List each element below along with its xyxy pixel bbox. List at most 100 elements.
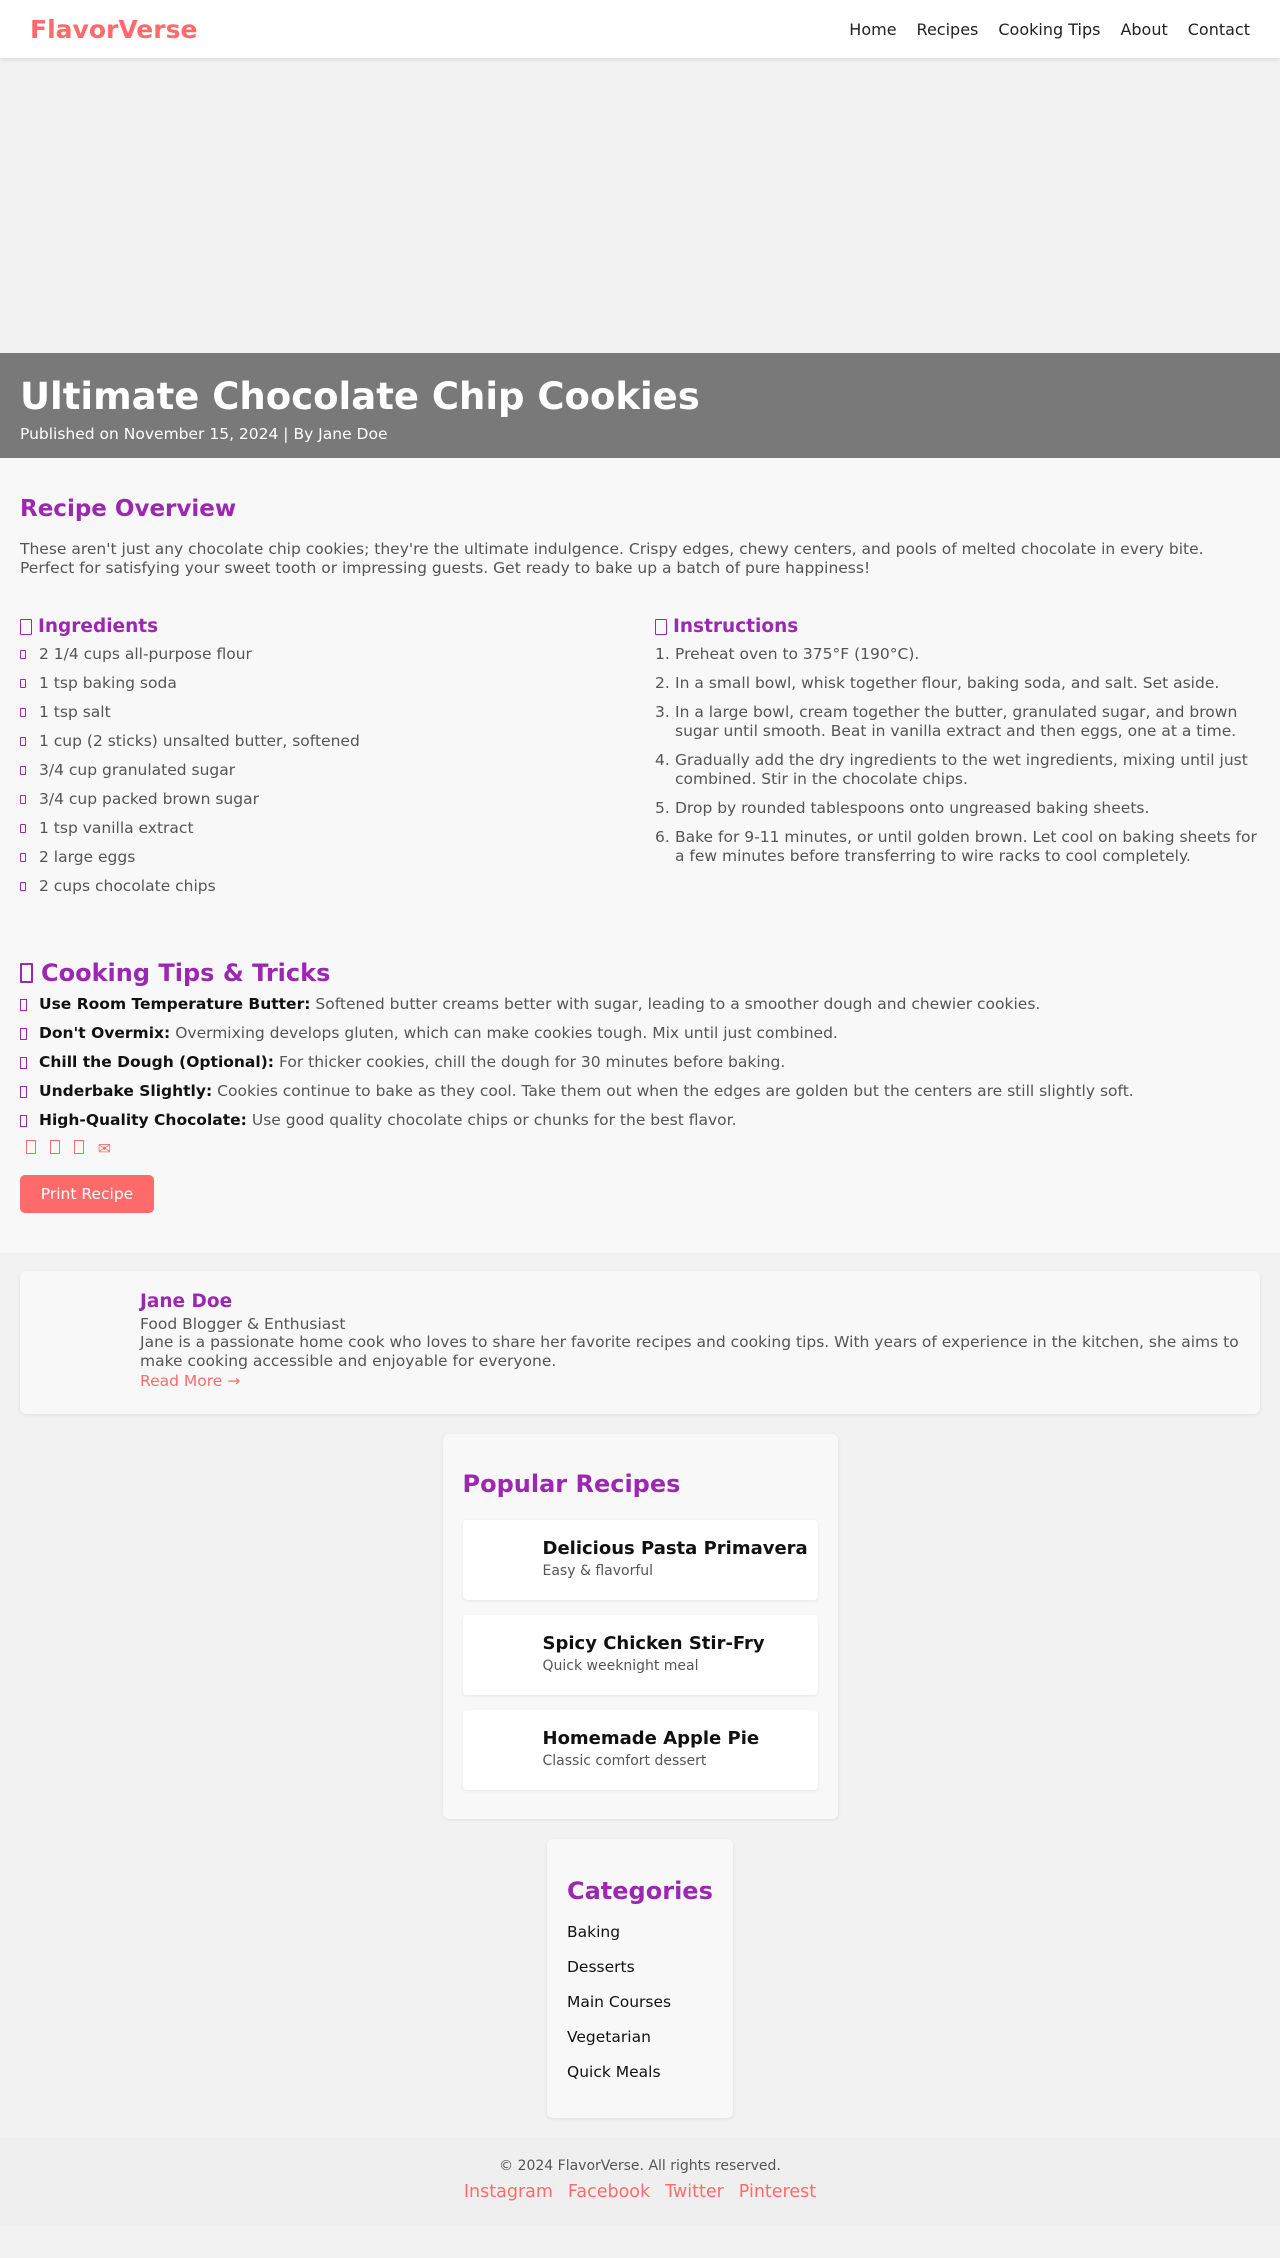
nav-cooking-tips[interactable]: Cooking Tips	[998, 20, 1100, 39]
list-item: Chill the Dough (Optional): For thicker c…	[20, 1053, 1260, 1072]
list-item: 3. In a large bowl, cream together the bu…	[655, 703, 1260, 741]
instagram-link[interactable]: Instagram	[464, 2182, 553, 2202]
step-text: Bake for 9-11 minutes, or until golden b…	[675, 828, 1257, 865]
popular-recipe-name: Homemade Apple Pie	[542, 1728, 760, 1749]
list-item: 1 tsp salt	[20, 703, 625, 722]
tip-icon	[20, 1027, 27, 1040]
step-number: 1.	[655, 645, 670, 663]
nav-about[interactable]: About	[1120, 20, 1167, 39]
tip-icon	[20, 1114, 27, 1127]
overview-heading: Recipe Overview	[20, 496, 237, 522]
category-main-courses[interactable]: Main Courses	[567, 1993, 713, 2012]
ingredients-heading: Ingredients	[20, 616, 625, 637]
main-nav: Home Recipes Cooking Tips About Contact	[849, 20, 1250, 39]
ingredient-text: 1 tsp salt	[39, 703, 111, 721]
ingredient-text: 1 tsp baking soda	[39, 674, 177, 692]
ingredients-title: Ingredients	[38, 616, 159, 637]
facebook-icon[interactable]	[26, 1140, 36, 1154]
tips-heading: Cooking Tips & Tricks	[20, 959, 1260, 987]
bullet-icon	[20, 882, 26, 891]
category-desserts[interactable]: Desserts	[567, 1958, 713, 1977]
tip-label: Use Room Temperature Butter:	[39, 995, 311, 1013]
instructions-title: Instructions	[673, 616, 799, 637]
bullet-icon	[20, 766, 26, 775]
list-item: 3/4 cup granulated sugar	[20, 761, 625, 780]
step-number: 5.	[655, 799, 670, 817]
recipe-article: Recipe Overview These aren't just any ch…	[0, 458, 1280, 1253]
step-text: In a large bowl, cream together the butt…	[675, 703, 1238, 740]
nav-contact[interactable]: Contact	[1188, 20, 1250, 39]
popular-recipe-desc: Classic comfort dessert	[542, 1753, 707, 1769]
popular-recipe-name: Spicy Chicken Stir-Fry	[542, 1633, 765, 1654]
step-number: 2.	[655, 674, 670, 692]
step-number: 3.	[655, 703, 670, 721]
list-item: 1 tsp vanilla extract	[20, 819, 625, 838]
list-item: 2. In a small bowl, whisk together flour,…	[655, 674, 1260, 693]
ingredients-list: 2 1/4 cups all-purpose flour 1 tsp bakin…	[20, 645, 625, 896]
tip-label: Don't Overmix:	[39, 1024, 171, 1042]
tip-label: Chill the Dough (Optional):	[39, 1053, 274, 1071]
publish-meta: Published on November 15, 2024 | By Jane…	[20, 425, 388, 443]
tip-icon	[20, 1085, 27, 1098]
hero: Ultimate Chocolate Chip Cookies Publishe…	[0, 58, 1280, 458]
twitter-icon[interactable]	[50, 1140, 60, 1154]
ingredient-text: 1 tsp vanilla extract	[39, 819, 194, 837]
category-vegetarian[interactable]: Vegetarian	[567, 2028, 713, 2047]
categories: Categories Baking Desserts Main Courses …	[547, 1839, 733, 2118]
popular-recipes: Popular Recipes Delicious Pasta Primaver…	[442, 1434, 838, 1819]
ingredient-text: 3/4 cup granulated sugar	[39, 761, 236, 779]
nav-recipes[interactable]: Recipes	[917, 20, 979, 39]
social-links: Instagram Facebook Twitter Pinterest	[0, 2182, 1280, 2202]
list-item: 3/4 cup packed brown sugar	[20, 790, 625, 809]
pinterest-icon[interactable]	[74, 1140, 84, 1154]
list-item: 5. Drop by rounded tablespoons onto ungre…	[655, 799, 1260, 818]
tip-text: Cookies continue to bake as they cool. T…	[217, 1082, 1134, 1100]
ingredients-icon	[20, 618, 32, 635]
popular-recipe-card[interactable]: Homemade Apple Pie Classic comfort desse…	[462, 1710, 818, 1790]
ingredient-text: 2 cups chocolate chips	[39, 877, 216, 895]
site-header: FlavorVerse Home Recipes Cooking Tips Ab…	[0, 0, 1280, 58]
tip-text: For thicker cookies, chill the dough for…	[279, 1053, 786, 1071]
site-logo[interactable]: FlavorVerse	[30, 15, 197, 44]
ingredient-text: 3/4 cup packed brown sugar	[39, 790, 259, 808]
facebook-link[interactable]: Facebook	[568, 2182, 650, 2202]
list-item: 1 tsp baking soda	[20, 674, 625, 693]
author-role: Food Blogger & Enthusiast	[140, 1315, 346, 1333]
step-text: Drop by rounded tablespoons onto ungreas…	[675, 799, 1150, 817]
popular-recipe-card[interactable]: Delicious Pasta Primavera Easy & flavorf…	[462, 1520, 818, 1600]
tips-title: Cooking Tips & Tricks	[41, 959, 331, 987]
copyright: © 2024 FlavorVerse. All rights reserved.	[499, 2158, 781, 2174]
read-more-link[interactable]: Read More →	[140, 1372, 240, 1390]
category-quick-meals[interactable]: Quick Meals	[567, 2063, 713, 2082]
list-item: High-Quality Chocolate: Use good quality …	[20, 1111, 1260, 1130]
instructions-heading: Instructions	[655, 616, 1260, 637]
list-item: 2 cups chocolate chips	[20, 877, 625, 896]
email-icon[interactable]: ✉	[98, 1139, 111, 1158]
recipe-title: Ultimate Chocolate Chip Cookies	[20, 375, 700, 418]
step-text: Gradually add the dry ingredients to the…	[675, 751, 1248, 788]
list-item: 6. Bake for 9-11 minutes, or until golden…	[655, 828, 1260, 866]
popular-recipe-name: Delicious Pasta Primavera	[542, 1538, 808, 1559]
step-number: 4.	[655, 751, 670, 769]
list-item: Underbake Slightly: Cookies continue to b…	[20, 1082, 1260, 1101]
list-item: Use Room Temperature Butter: Softened but…	[20, 995, 1260, 1014]
print-recipe-button[interactable]: Print Recipe	[20, 1175, 154, 1213]
category-baking[interactable]: Baking	[567, 1923, 713, 1942]
list-item: 4. Gradually add the dry ingredients to t…	[655, 751, 1260, 789]
categories-list: Baking Desserts Main Courses Vegetarian …	[567, 1923, 713, 2082]
step-text: In a small bowl, whisk together flour, b…	[675, 674, 1220, 692]
bullet-icon	[20, 795, 26, 804]
bullet-icon	[20, 679, 26, 688]
tip-icon	[20, 1056, 27, 1069]
popular-recipe-card[interactable]: Spicy Chicken Stir-Fry Quick weeknight m…	[462, 1615, 818, 1695]
recipe-columns: Ingredients 2 1/4 cups all-purpose flour…	[20, 616, 1260, 906]
list-item: 2 large eggs	[20, 848, 625, 867]
instructions-section: Instructions 1. Preheat oven to 375°F (19…	[655, 616, 1260, 906]
twitter-link[interactable]: Twitter	[665, 2182, 724, 2202]
hero-band: Ultimate Chocolate Chip Cookies Publishe…	[0, 353, 1280, 458]
ingredients-section: Ingredients 2 1/4 cups all-purpose flour…	[20, 616, 625, 906]
tip-text: Softened butter creams better with sugar…	[315, 995, 1041, 1013]
pinterest-link[interactable]: Pinterest	[739, 2182, 816, 2202]
author-section: Jane Doe Food Blogger & Enthusiast Jane …	[0, 1253, 1280, 1414]
nav-home[interactable]: Home	[849, 20, 896, 39]
